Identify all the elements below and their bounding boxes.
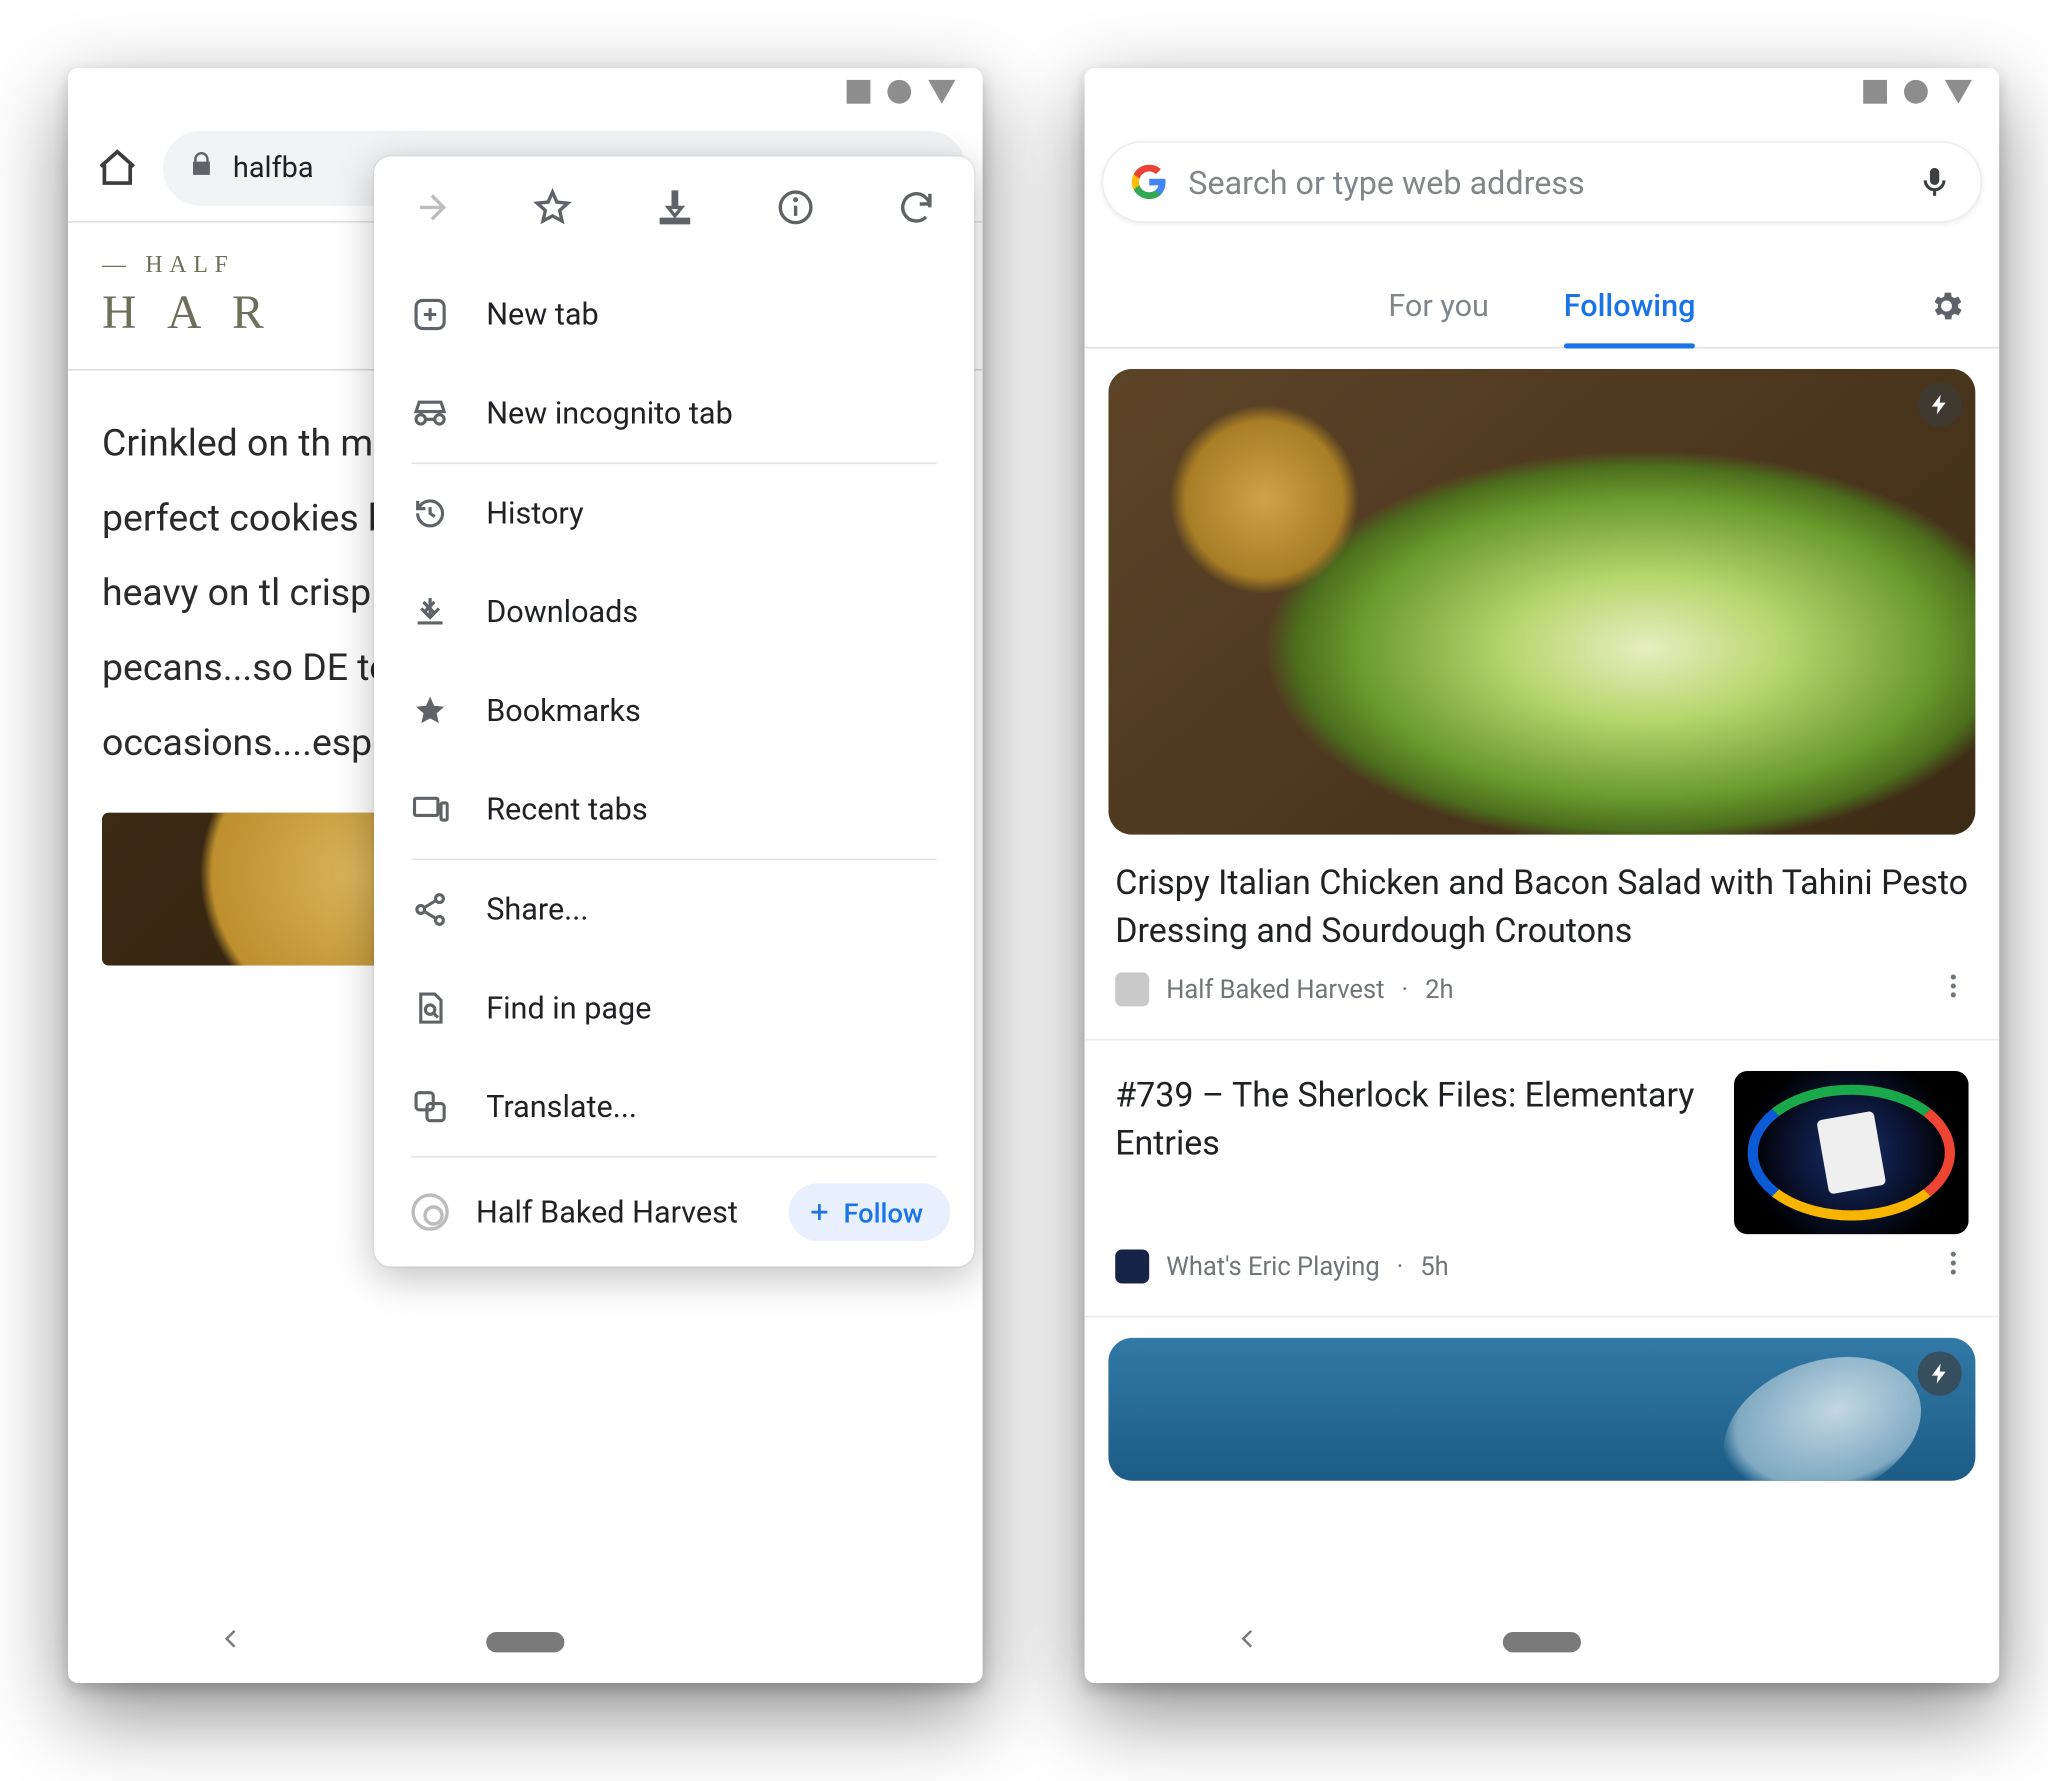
- status-icon: [1863, 80, 1887, 104]
- card-source: Half Baked Harvest: [1166, 974, 1384, 1005]
- menu-label: History: [486, 496, 583, 532]
- menu-new-incognito[interactable]: New incognito tab: [374, 364, 974, 463]
- feed-settings-button[interactable]: [1928, 287, 1965, 324]
- menu-label: New incognito tab: [486, 395, 733, 431]
- menu-label: Bookmarks: [486, 693, 641, 729]
- google-logo-icon: [1131, 163, 1168, 200]
- nav-back-button[interactable]: [218, 1625, 245, 1659]
- phone-right: Search or type web address For you Follo…: [1085, 68, 2000, 1683]
- menu-icon-row: [374, 156, 974, 265]
- menu-bookmarks[interactable]: Bookmarks: [374, 661, 974, 760]
- card-title: #739 – The Sherlock Files: Elementary En…: [1115, 1071, 1710, 1166]
- tab-for-you[interactable]: For you: [1388, 265, 1489, 347]
- overflow-menu: New tab New incognito tab History Downlo…: [374, 156, 974, 1266]
- source-favicon: [1115, 1250, 1149, 1284]
- feed: Crispy Italian Chicken and Bacon Salad w…: [1085, 349, 2000, 1488]
- mic-icon[interactable]: [1916, 163, 1953, 200]
- status-icon: [928, 80, 955, 104]
- card-source-row: What's Eric Playing · 5h: [1085, 1248, 2000, 1309]
- menu-label: Translate...: [486, 1089, 637, 1125]
- status-icon: [1945, 80, 1972, 104]
- menu-site-follow-row: Half Baked Harvest Follow: [374, 1158, 974, 1267]
- android-navbar: [1085, 1601, 2000, 1683]
- menu-translate[interactable]: Translate...: [374, 1057, 974, 1156]
- amp-badge-icon: [1918, 383, 1962, 427]
- home-button[interactable]: [85, 146, 150, 190]
- bookmark-star-button[interactable]: [533, 187, 574, 235]
- search-toolbar: Search or type web address: [1085, 116, 2000, 249]
- card-title: Crispy Italian Chicken and Bacon Salad w…: [1085, 852, 2000, 971]
- forward-button[interactable]: [411, 187, 452, 235]
- card-time: 5h: [1420, 1251, 1448, 1282]
- card-hero-image: [1108, 1338, 1975, 1481]
- reload-button[interactable]: [896, 187, 937, 235]
- card-more-button[interactable]: [1938, 971, 1969, 1008]
- android-navbar: [68, 1601, 983, 1683]
- status-icon: [887, 80, 911, 104]
- card-time: 2h: [1425, 974, 1453, 1005]
- card-thumbnail: [1734, 1071, 1969, 1234]
- menu-share[interactable]: Share...: [374, 860, 974, 959]
- search-box[interactable]: Search or type web address: [1102, 141, 1983, 223]
- nav-back-button[interactable]: [1234, 1625, 1261, 1659]
- menu-label: Downloads: [486, 594, 638, 630]
- page-info-button[interactable]: [775, 187, 816, 235]
- feed-card[interactable]: Crispy Italian Chicken and Bacon Salad w…: [1085, 369, 2000, 1039]
- menu-label: Share...: [486, 892, 588, 928]
- dot: ·: [1397, 1251, 1404, 1282]
- card-source: What's Eric Playing: [1166, 1251, 1379, 1282]
- feed-tabs: For you Following: [1085, 265, 2000, 347]
- tab-following[interactable]: Following: [1564, 265, 1696, 347]
- card-hero-image: [1108, 369, 1975, 835]
- menu-label: New tab: [486, 297, 598, 333]
- search-placeholder: Search or type web address: [1188, 162, 1895, 201]
- phone-left: halfba HALF HAR Crinkled on th middle, a…: [68, 68, 983, 1683]
- status-bar: [68, 68, 983, 116]
- menu-label: Find in page: [486, 990, 651, 1026]
- menu-recent-tabs[interactable]: Recent tabs: [374, 760, 974, 859]
- amp-badge-icon: [1918, 1352, 1962, 1396]
- site-name: Half Baked Harvest: [476, 1194, 762, 1230]
- source-favicon: [1115, 972, 1149, 1006]
- follow-label: Follow: [843, 1196, 923, 1228]
- feed-card[interactable]: #739 – The Sherlock Files: Elementary En…: [1085, 1039, 2000, 1316]
- card-more-button[interactable]: [1938, 1248, 1969, 1285]
- menu-history[interactable]: History: [374, 464, 974, 563]
- menu-find-in-page[interactable]: Find in page: [374, 959, 974, 1058]
- menu-downloads[interactable]: Downloads: [374, 563, 974, 662]
- menu-label: Recent tabs: [486, 791, 647, 827]
- dot: ·: [1401, 974, 1408, 1005]
- status-icon: [1904, 80, 1928, 104]
- nav-home-pill[interactable]: [1503, 1632, 1581, 1652]
- lock-icon: [187, 150, 216, 187]
- card-source-row: Half Baked Harvest · 2h: [1085, 971, 2000, 1032]
- download-button[interactable]: [654, 187, 695, 235]
- status-icon: [847, 80, 871, 104]
- follow-button[interactable]: Follow: [789, 1183, 950, 1241]
- site-favicon: [411, 1193, 448, 1230]
- nav-home-pill[interactable]: [486, 1632, 564, 1652]
- feed-card[interactable]: [1085, 1316, 2000, 1488]
- status-bar: [1085, 68, 2000, 116]
- menu-new-tab[interactable]: New tab: [374, 265, 974, 364]
